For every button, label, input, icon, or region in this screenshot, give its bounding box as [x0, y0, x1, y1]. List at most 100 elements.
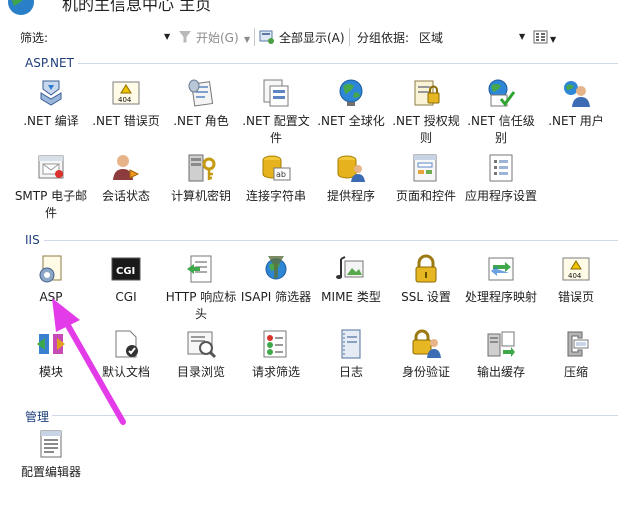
- net-authorization-icon: [414, 80, 440, 106]
- toolbar-separator: [349, 28, 350, 46]
- start-dropdown-icon[interactable]: ▼: [244, 35, 250, 44]
- handler-mappings-icon: [488, 257, 514, 281]
- feature-label: 页面和控件: [395, 189, 456, 203]
- feature-default-document[interactable]: 默认文档: [87, 328, 165, 400]
- feature-label: 配置编辑器: [20, 465, 81, 479]
- asp-icon: [39, 255, 62, 283]
- feature-directory-browsing[interactable]: 目录浏览: [162, 328, 240, 400]
- feature-error-pages[interactable]: 404 错误页: [537, 253, 615, 325]
- section-header-iis[interactable]: IIS: [25, 233, 40, 247]
- feature-label: 请求筛选: [251, 365, 300, 379]
- section-divider: [52, 415, 618, 416]
- net-trust-levels-icon: [488, 79, 516, 107]
- feature-label: .NET 错误页: [92, 114, 160, 128]
- feature-net-profile[interactable]: .NET 配置文件: [237, 77, 315, 149]
- toolbar-separator: [254, 28, 255, 46]
- view-mode-dropdown-icon[interactable]: ▼: [550, 35, 556, 44]
- pages-controls-icon: [413, 154, 437, 182]
- feature-pages-controls[interactable]: 页面和控件: [387, 152, 465, 224]
- feature-isapi-filters[interactable]: ISAPI 筛选器: [237, 253, 315, 325]
- group-by-dropdown-icon[interactable]: ▼: [519, 32, 525, 41]
- feature-net-roles[interactable]: .NET 角色: [162, 77, 240, 149]
- feature-authentication[interactable]: 身份验证: [387, 328, 465, 400]
- authentication-icon: [412, 329, 441, 358]
- feature-app-settings[interactable]: 应用程序设置: [462, 152, 540, 224]
- start-filter-button[interactable]: 开始(G): [196, 29, 239, 46]
- providers-icon: [337, 155, 365, 182]
- feature-modules[interactable]: 模块: [12, 328, 90, 400]
- request-filtering-icon: [263, 330, 287, 358]
- section-divider: [78, 63, 618, 64]
- ssl-settings-icon: [415, 254, 437, 283]
- net-compilation-icon: [40, 80, 62, 106]
- svg-text:ab: ab: [276, 170, 286, 179]
- filter-dropdown-icon[interactable]: ▼: [164, 32, 170, 41]
- feature-label: .NET 用户: [548, 114, 604, 128]
- filter-input[interactable]: ▼: [50, 27, 174, 45]
- feature-label: 身份验证: [401, 365, 450, 379]
- feature-net-trust-levels[interactable]: .NET 信任级别: [462, 77, 540, 149]
- smtp-email-icon: [38, 155, 64, 179]
- feature-ssl-settings[interactable]: SSL 设置: [387, 253, 465, 325]
- window-title: 机的主信息中心 主页: [62, 0, 212, 14]
- feature-label: .NET 角色: [173, 114, 229, 128]
- feature-label: 模块: [38, 365, 63, 379]
- feature-label: 目录浏览: [176, 365, 225, 379]
- net-users-icon: [564, 81, 590, 107]
- group-by-select[interactable]: 区域 ▼: [413, 27, 529, 45]
- title-bar: 机的主信息中心 主页: [0, 0, 620, 20]
- output-caching-icon: [487, 331, 515, 357]
- feature-net-error-pages[interactable]: 404 .NET 错误页: [87, 77, 165, 149]
- feature-request-filtering[interactable]: 请求筛选: [237, 328, 315, 400]
- iis-globe-icon: [8, 0, 34, 15]
- section-header-management[interactable]: 管理: [25, 408, 49, 425]
- feature-label: .NET 配置文件: [242, 114, 310, 145]
- connection-strings-icon: ab: [262, 155, 291, 181]
- feature-net-authorization[interactable]: .NET 授权规则: [387, 77, 465, 149]
- show-all-button[interactable]: 全部显示(A): [279, 29, 345, 46]
- feature-cgi[interactable]: CGI CGI: [87, 253, 165, 325]
- feature-label: .NET 编译: [23, 114, 79, 128]
- feature-configuration-editor[interactable]: 配置编辑器: [12, 428, 90, 500]
- modules-icon: [37, 334, 65, 354]
- feature-smtp-email[interactable]: SMTP 电子邮件: [12, 152, 90, 224]
- feature-label: 应用程序设置: [464, 189, 537, 203]
- feature-label: ISAPI 筛选器: [240, 290, 312, 304]
- svg-text:404: 404: [568, 272, 582, 280]
- feature-machine-key[interactable]: 计算机密钥: [162, 152, 240, 224]
- feature-label: .NET 信任级别: [467, 114, 535, 145]
- feature-session-state[interactable]: 会话状态: [87, 152, 165, 224]
- feature-label: MIME 类型: [321, 290, 381, 304]
- isapi-filters-icon: [265, 256, 287, 280]
- feature-asp[interactable]: ASP: [12, 253, 90, 325]
- svg-text:404: 404: [118, 96, 132, 104]
- feature-providers[interactable]: 提供程序: [312, 152, 390, 224]
- feature-mime-types[interactable]: MIME 类型: [312, 253, 390, 325]
- net-profile-icon: [263, 79, 289, 107]
- feature-label: 提供程序: [326, 189, 375, 203]
- feature-logging[interactable]: 日志: [312, 328, 390, 400]
- configuration-editor-icon: [40, 430, 62, 458]
- feature-net-globalization[interactable]: .NET 全球化: [312, 77, 390, 149]
- feature-label: 日志: [338, 365, 363, 379]
- logging-icon: [341, 329, 361, 359]
- feature-label: 会话状态: [101, 189, 150, 203]
- view-mode-icon[interactable]: [533, 29, 549, 45]
- feature-compression[interactable]: 压缩: [537, 328, 615, 400]
- section-header-aspnet[interactable]: ASP.NET: [25, 56, 74, 70]
- directory-browsing-icon: [187, 331, 217, 359]
- feature-connection-strings[interactable]: ab 连接字符串: [237, 152, 315, 224]
- mime-types-icon: [336, 256, 364, 279]
- feature-net-compilation[interactable]: .NET 编译: [12, 77, 90, 149]
- filter-label: 筛选:: [20, 31, 49, 45]
- feature-label: .NET 全球化: [317, 114, 385, 128]
- net-error-pages-icon: 404: [112, 81, 140, 105]
- feature-label: 默认文档: [101, 365, 150, 379]
- feature-output-caching[interactable]: 输出缓存: [462, 328, 540, 400]
- feature-http-headers[interactable]: HTTP 响应标头: [162, 253, 240, 325]
- cgi-icon: CGI: [111, 257, 141, 281]
- feature-handler-mappings[interactable]: 处理程序映射: [462, 253, 540, 325]
- show-all-icon: [259, 30, 274, 44]
- group-by-label: 分组依据:: [357, 31, 410, 45]
- feature-net-users[interactable]: .NET 用户: [537, 77, 615, 149]
